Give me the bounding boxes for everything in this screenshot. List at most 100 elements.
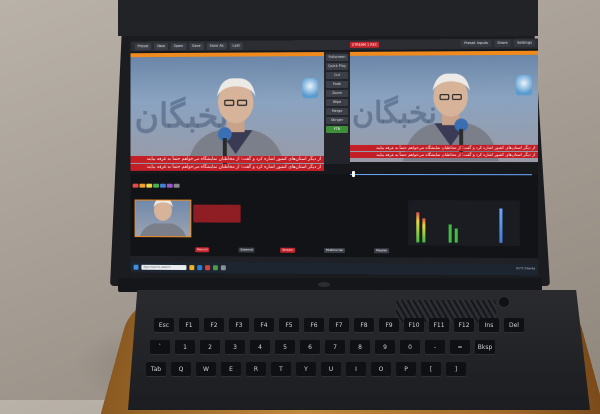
audio-mixer [408,200,520,246]
input-thumbnail[interactable] [134,199,192,238]
output-lower-third-2: از دیگر استان‌های کشور اشاره کرد و گفت: … [349,151,539,159]
key-row3-1[interactable]: Q [171,362,191,377]
key-row1-0[interactable]: Esc [154,318,174,333]
key-row1-10[interactable]: F10 [404,318,424,333]
menu-new[interactable]: New [154,42,168,50]
key-row2-4[interactable]: 4 [250,340,270,355]
menu-right-group: Preset Inputs Share Settings [461,39,536,48]
key-row1-14[interactable]: Del [504,318,524,333]
key-row2-9[interactable]: 9 [375,340,395,355]
key-row1-13[interactable]: Ins [479,318,499,333]
file-explorer-icon[interactable] [189,265,195,271]
laptop-bezel [118,0,538,36]
menu-share[interactable]: Share [494,39,511,47]
merge-button[interactable]: Merge [326,107,348,116]
swatch-blue[interactable] [159,183,166,188]
swatch-yellow[interactable] [146,183,153,188]
key-row3-9[interactable]: O [371,362,391,377]
key-row3-6[interactable]: Y [296,362,316,377]
key-row1-4[interactable]: F4 [254,318,274,333]
key-row2-2[interactable]: 2 [200,340,220,355]
swatch-gray[interactable] [173,183,180,188]
key-row3-0[interactable]: Tab [146,362,166,377]
key-row3-4[interactable]: R [246,362,266,377]
key-row1-8[interactable]: F8 [354,318,374,333]
menu-preset-inputs[interactable]: Preset Inputs [461,39,492,48]
key-row1-7[interactable]: F7 [329,318,349,333]
swatch-green[interactable] [153,183,160,188]
preview-lower-third-1: از دیگر استان‌های کشور اشاره کرد و گفت: … [130,156,325,163]
key-row1-1[interactable]: F1 [179,318,199,333]
wipe-button[interactable]: Wipe [326,98,348,107]
key-row3-8[interactable]: I [346,362,366,377]
menu-open[interactable]: Open [170,42,187,50]
key-row2-11[interactable]: - [425,340,445,355]
key-row3-10[interactable]: P [396,362,416,377]
key-row2-7[interactable]: 7 [325,340,345,355]
keyboard-row-number: ` 1 2 3 4 5 6 7 8 9 0- = Bksp [150,340,495,355]
weather-label: 21°C Cloudy [515,266,536,271]
keyboard-row-qwerty: Tab Q W E R T Y U I O P [] [146,362,466,377]
edge-icon[interactable] [197,265,203,271]
stream-button[interactable]: Stream [280,247,295,253]
key-row2-5[interactable]: 5 [275,340,295,355]
key-row1-5[interactable]: F5 [279,318,299,333]
fade-button[interactable]: Fade [326,80,348,89]
audio-meter-4 [454,228,458,243]
key-row2-10[interactable]: 0 [400,340,420,355]
key-row3-5[interactable]: T [271,362,291,377]
power-button-icon[interactable] [498,296,510,308]
input-slot-red[interactable] [193,204,241,223]
color-toolbar [132,183,180,188]
key-row2-3[interactable]: 3 [225,340,245,355]
key-row3-2[interactable]: W [196,362,216,377]
key-row1-6[interactable]: F6 [304,318,324,333]
menu-preset[interactable]: Preset [134,42,152,50]
key-row1-11[interactable]: F11 [429,318,449,333]
key-row2-8[interactable]: 8 [350,340,370,355]
key-row3-7[interactable]: U [321,362,341,377]
key-row1-9[interactable]: F9 [379,318,399,333]
speaker-figure [186,78,286,168]
menu-save[interactable]: Save [189,42,204,50]
app-icon[interactable] [212,265,218,271]
menu-save-as[interactable]: Save As [206,42,227,50]
timeline-bar[interactable] [349,174,533,176]
key-row2-12[interactable]: = [450,340,470,355]
swatch-orange[interactable] [139,183,146,188]
playlist-button[interactable]: Playlist [374,248,389,254]
external-button[interactable]: External [238,247,255,253]
key-row3-11[interactable]: [ [421,362,441,377]
key-row3-3[interactable]: E [221,362,241,377]
multicorder-button[interactable]: MultiCorder [324,247,346,254]
key-row2-0[interactable]: ` [150,340,170,355]
key-row3-12[interactable]: ] [446,362,466,377]
fullscreen-button[interactable]: Fullscreen [326,53,348,62]
key-row1-12[interactable]: F12 [454,318,474,333]
stinger-button[interactable]: Stinger [326,116,348,125]
menu-last[interactable]: Last [229,42,243,50]
key-row2-13[interactable]: Bksp [475,340,495,355]
key-row1-3[interactable]: F3 [229,318,249,333]
stream-rec-badge: STREAM 1 REC [349,41,380,48]
laptop-screen: Preset New Open Save Save As Last STREAM… [130,38,539,276]
zoom-button[interactable]: Zoom [326,89,348,98]
record-button[interactable]: Record [195,247,210,253]
preview-video[interactable]: نخبگان [130,56,325,168]
audio-meter-master [499,208,503,243]
menu-settings[interactable]: Settings [513,39,536,47]
swatch-purple[interactable] [166,183,173,188]
windows-start-icon[interactable] [133,264,139,270]
timeline-handle[interactable] [351,171,355,178]
taskbar-search-input[interactable]: Type here to search [141,264,187,271]
cut-button[interactable]: Cut [326,71,348,80]
swatch-red[interactable] [132,183,139,188]
chrome-icon[interactable] [205,265,211,271]
quick-play-button[interactable]: Quick Play [326,62,348,71]
ftb-button[interactable]: FTB [326,125,348,134]
key-row2-6[interactable]: 6 [300,340,320,355]
key-row2-1[interactable]: 1 [175,340,195,355]
vmix-icon[interactable] [220,265,226,271]
audio-meter-2 [422,218,426,243]
key-row1-2[interactable]: F2 [204,318,224,333]
